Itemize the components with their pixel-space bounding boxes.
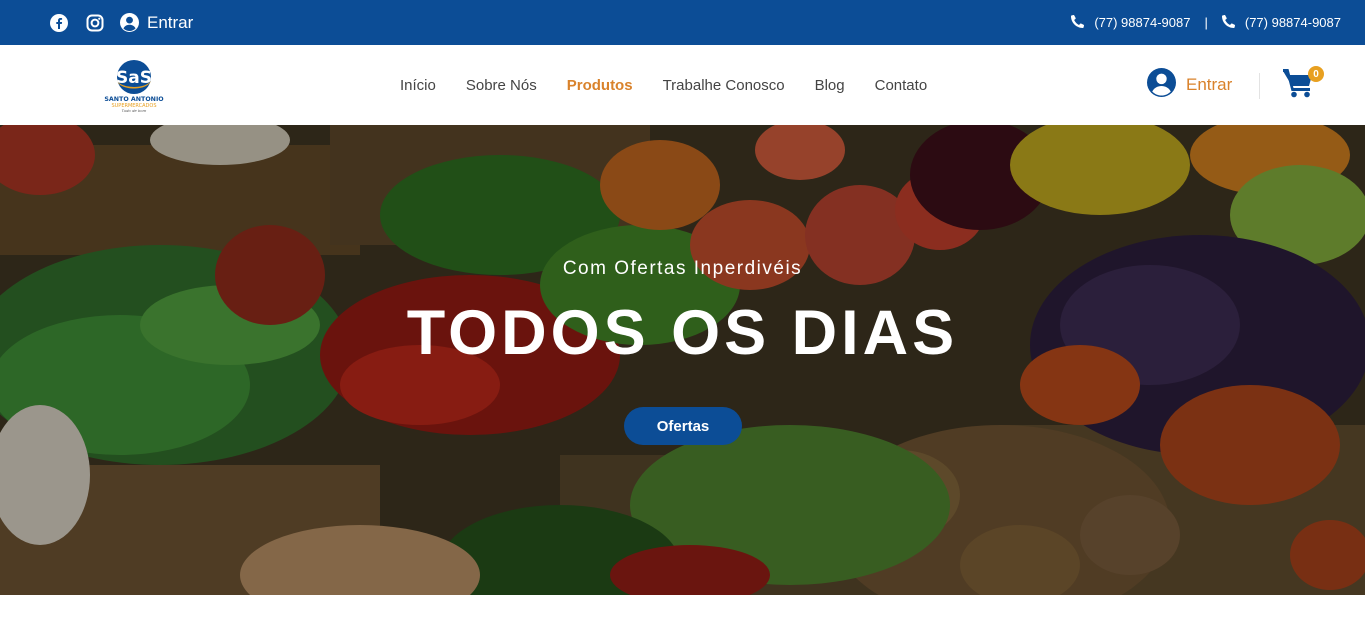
- instagram-icon[interactable]: [86, 14, 104, 32]
- phone-2-number: (77) 98874-9087: [1244, 15, 1341, 30]
- main-nav: Início Sobre Nós Produtos Trabalhe Conos…: [400, 45, 927, 125]
- nav-blog[interactable]: Blog: [815, 77, 845, 94]
- main-header: SaS SANTO ANTONIO SUPERMERCADOS Tudo de …: [0, 45, 1365, 125]
- nav-inicio[interactable]: Início: [400, 77, 436, 94]
- top-login-link[interactable]: Entrar: [120, 13, 193, 33]
- header-divider: [1259, 73, 1260, 99]
- logo-text: SANTO ANTONIO: [104, 96, 164, 103]
- phone-numbers: (77) 98874-9087 | (77) 98874-9087: [1071, 0, 1341, 45]
- facebook-icon[interactable]: [50, 13, 68, 32]
- cart-count-badge: 0: [1308, 66, 1324, 82]
- svg-text:SaS: SaS: [116, 68, 152, 88]
- hero-subtitle: Com Ofertas Inperdivéis: [562, 258, 803, 279]
- nav-produtos[interactable]: Produtos: [567, 77, 633, 94]
- phone-icon: [1221, 14, 1235, 31]
- phone-2[interactable]: (77) 98874-9087: [1221, 14, 1341, 31]
- user-circle-icon: [120, 13, 139, 32]
- nav-sobre-nos[interactable]: Sobre Nós: [466, 77, 537, 94]
- user-circle-icon: [1147, 68, 1176, 102]
- top-login-label: Entrar: [147, 12, 194, 32]
- phone-1-number: (77) 98874-9087: [1094, 15, 1191, 30]
- phone-1[interactable]: (77) 98874-9087: [1071, 14, 1191, 31]
- top-bar: Entrar (77) 98874-9087 | (77) 98874-9087: [0, 0, 1365, 45]
- offers-button[interactable]: Ofertas: [624, 407, 742, 445]
- cart-button[interactable]: 0: [1282, 66, 1324, 102]
- nav-contato[interactable]: Contato: [875, 77, 928, 94]
- social-links: Entrar: [50, 0, 193, 45]
- hero-title: TODOS OS DIAS: [406, 298, 959, 368]
- logo-tagline: Tudo de bom: [122, 108, 147, 113]
- store-logo[interactable]: SaS SANTO ANTONIO SUPERMERCADOS Tudo de …: [103, 59, 165, 113]
- header-login-label: Entrar: [1186, 75, 1233, 94]
- header-login-link[interactable]: Entrar: [1147, 45, 1232, 125]
- phone-separator: |: [1204, 15, 1208, 30]
- shopping-cart-icon: [1282, 69, 1314, 102]
- hero-banner: Com Ofertas Inperdivéis TODOS OS DIAS Of…: [0, 125, 1365, 595]
- nav-trabalhe-conosco[interactable]: Trabalhe Conosco: [663, 77, 785, 94]
- phone-icon: [1071, 14, 1085, 31]
